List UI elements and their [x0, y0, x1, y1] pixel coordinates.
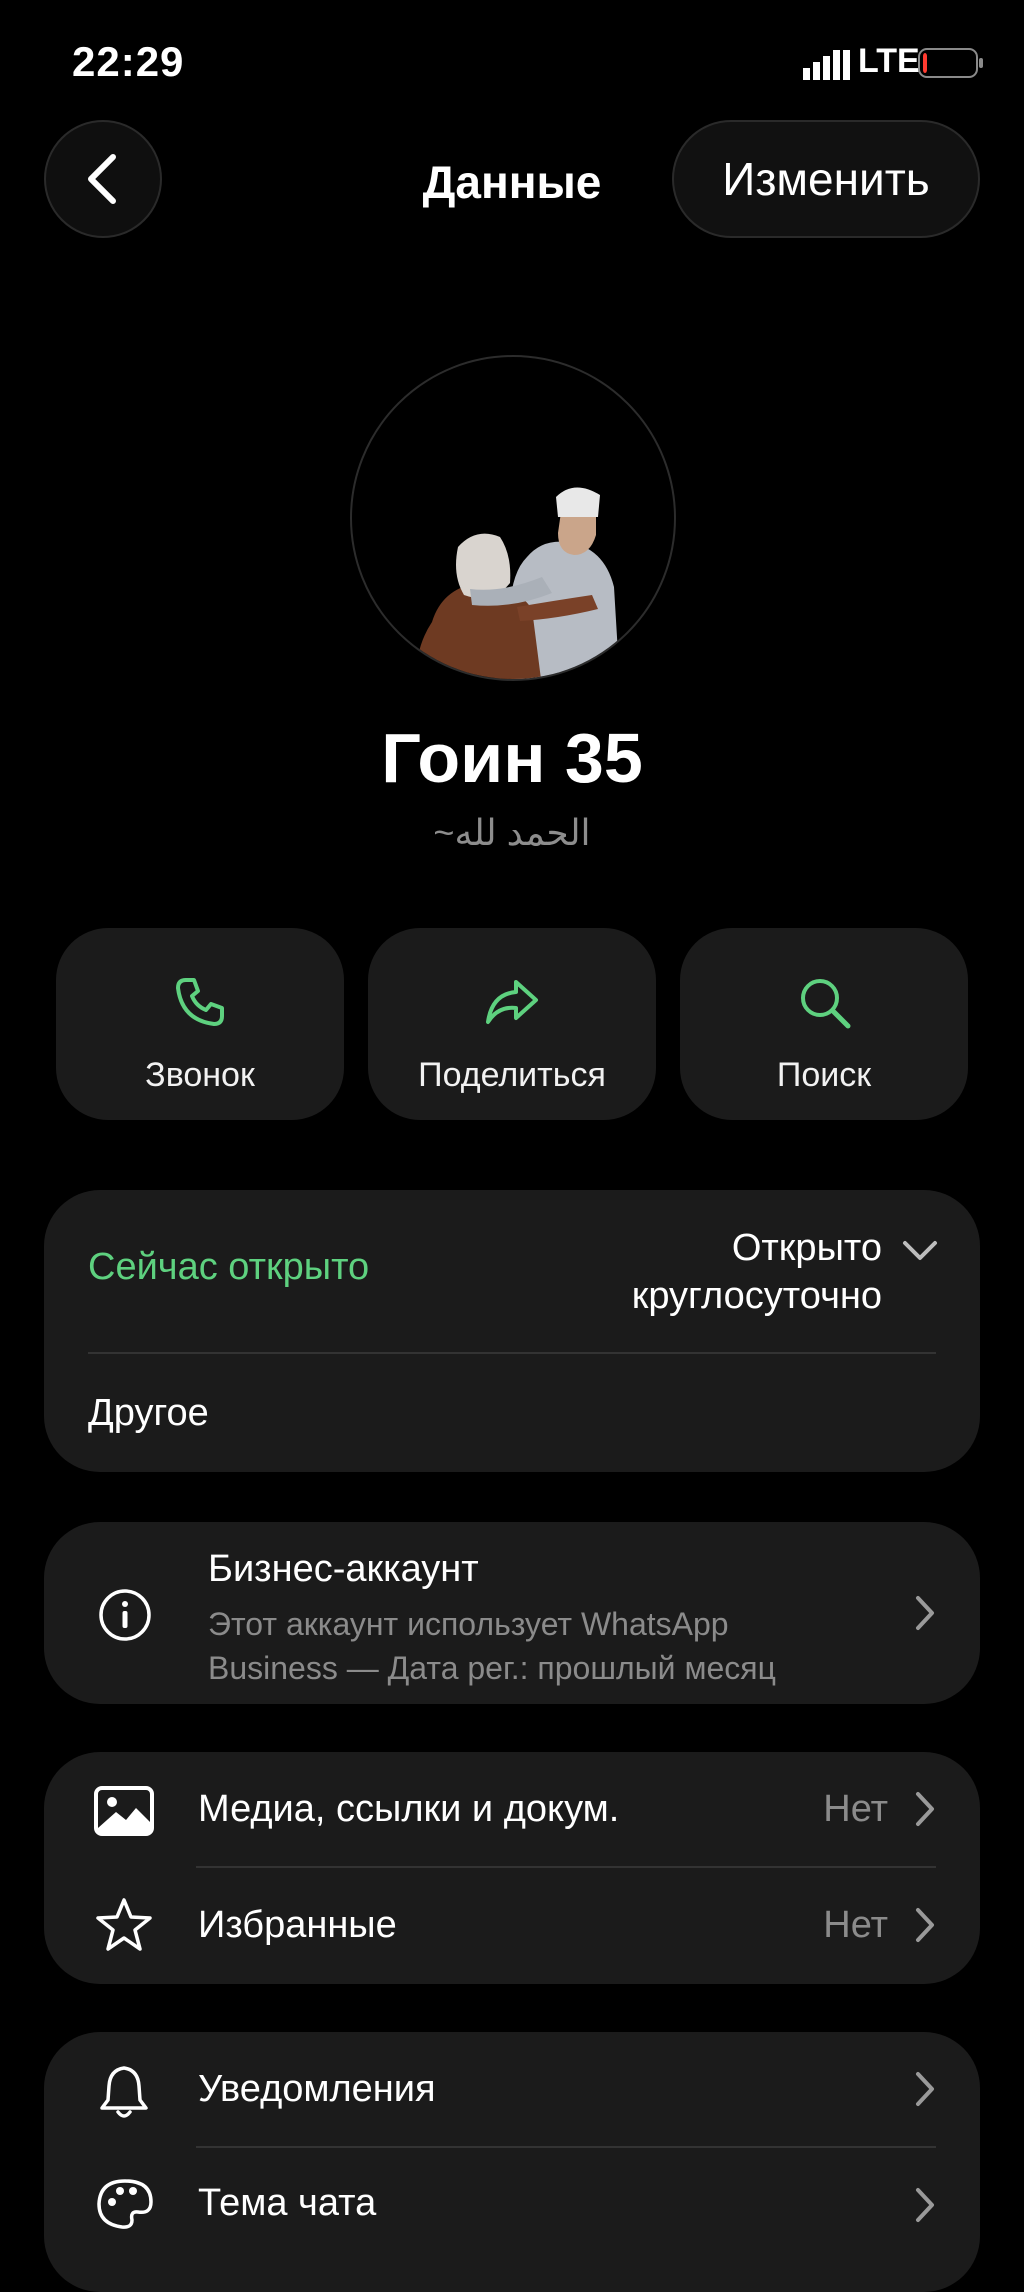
profile-photo [415, 487, 620, 679]
chevron-right-icon [916, 1908, 934, 1942]
edit-button[interactable]: Изменить [672, 120, 980, 238]
starred-value: Нет [823, 1904, 888, 1946]
signal-icon [803, 50, 850, 80]
image-icon [94, 1786, 154, 1836]
battery-icon [918, 48, 983, 78]
share-button[interactable]: Поделиться [368, 928, 656, 1120]
bell-icon [100, 2066, 148, 2118]
network-type: LTE [858, 42, 920, 80]
share-icon [486, 980, 538, 1024]
share-label: Поделиться [418, 1056, 606, 1094]
search-icon [801, 979, 851, 1029]
chevron-down-icon[interactable] [902, 1240, 938, 1262]
starred-label: Избранные [198, 1904, 397, 1946]
avatar[interactable] [350, 355, 676, 681]
media-starred-card: Медиа, ссылки и докум. Нет Избранные Нет [44, 1752, 980, 1984]
open-now-status: Сейчас открыто [88, 1246, 370, 1288]
starred-row[interactable]: Избранные Нет [44, 1868, 980, 1984]
back-button[interactable] [44, 120, 162, 238]
search-button[interactable]: Поиск [680, 928, 968, 1120]
chat-theme-label: Тема чата [198, 2182, 377, 2224]
hours-value[interactable]: Открыто круглосуточно [632, 1224, 882, 1320]
phone-icon [176, 978, 224, 1026]
divider [88, 1352, 936, 1354]
chat-theme-row[interactable]: Тема чата [44, 2148, 980, 2262]
media-value: Нет [823, 1788, 888, 1830]
other-hours-label[interactable]: Другое [88, 1392, 209, 1435]
call-label: Звонок [145, 1056, 255, 1094]
business-account-card[interactable]: Бизнес-аккаунт Этот аккаунт использует W… [44, 1522, 980, 1704]
call-button[interactable]: Звонок [56, 928, 344, 1120]
chevron-left-icon [88, 154, 116, 204]
business-description-line1: Этот аккаунт использует WhatsApp [208, 1606, 729, 1642]
chevron-right-icon [916, 2188, 934, 2222]
profile-about: ~الحمد لله [433, 812, 591, 853]
business-hours-card: Сейчас открыто Открыто круглосуточно Дру… [44, 1190, 980, 1472]
business-description-line2: Business — Дата рег.: прошлый месяц [208, 1650, 776, 1686]
chevron-right-icon [916, 2072, 934, 2106]
chat-settings-card: Уведомления Тема чата [44, 2032, 980, 2292]
search-label: Поиск [776, 1056, 872, 1094]
star-icon [96, 1898, 152, 1951]
media-label: Медиа, ссылки и докум. [198, 1788, 620, 1830]
business-account-title: Бизнес-аккаунт [208, 1548, 479, 1590]
info-icon [99, 1589, 151, 1641]
page-title: Данные [422, 156, 602, 208]
palette-icon [97, 2179, 153, 2229]
hours-value-line1: Открыто [731, 1227, 882, 1269]
media-row[interactable]: Медиа, ссылки и докум. Нет [44, 1752, 980, 1868]
notifications-label: Уведомления [198, 2068, 436, 2110]
chevron-right-icon [916, 1792, 934, 1826]
chevron-right-icon [916, 1596, 934, 1630]
hours-value-line2: круглосуточно [631, 1275, 882, 1317]
profile-name: Гоин 35 [381, 719, 643, 797]
business-account-description: Этот аккаунт использует WhatsApp Busines… [208, 1602, 776, 1690]
notifications-row[interactable]: Уведомления [44, 2032, 980, 2146]
status-time: 22:29 [72, 38, 185, 85]
